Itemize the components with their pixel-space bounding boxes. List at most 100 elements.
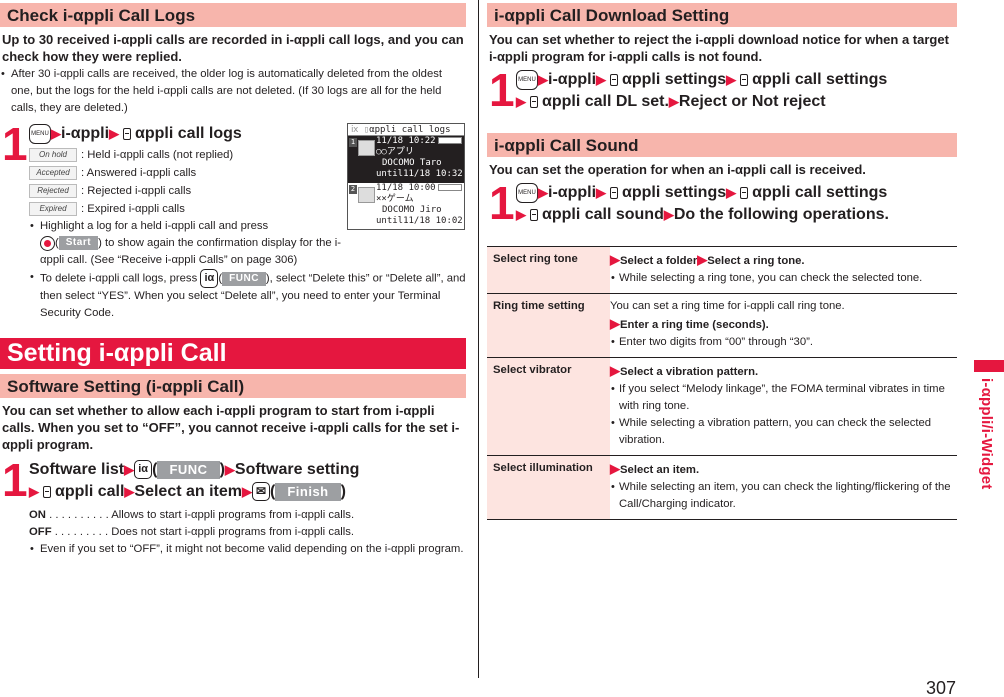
- softkey-func: FUNC: [157, 460, 220, 479]
- row-action: ▶Select a vibration pattern.: [610, 362, 957, 381]
- software-setting-intro: You can set whether to allow each i-αppl…: [2, 403, 460, 452]
- arrow-icon: ▶: [242, 484, 253, 499]
- action-text: Select a vibration pattern.: [620, 366, 759, 378]
- check-logs-step-1: 1 MENU ▶i-αppli▶ αppli call logs On hold: …: [0, 121, 340, 218]
- column-divider: [478, 0, 479, 678]
- path-item: i-αppli: [548, 184, 597, 201]
- arrow-icon: ▶: [610, 363, 620, 378]
- row-action: ▶Select an item.: [610, 460, 957, 479]
- step-path-line-2: ▶ αppli call DL set.▶Reject or Not reject: [516, 91, 957, 113]
- row-note: If you select “Melody linkage”, the FOMA…: [610, 381, 957, 415]
- log-caller: DOCOMO Jiro: [382, 205, 442, 215]
- step-number: 1: [489, 64, 515, 116]
- option-key: ON: [29, 509, 46, 521]
- log-until: until11/18 10:32: [376, 169, 463, 179]
- log-app-name: ××ゲーム: [376, 194, 414, 204]
- arrow-icon: ▶: [124, 462, 135, 477]
- log-datetime: 11/18 10:00: [376, 183, 436, 193]
- row-action: ▶Enter a ring time (seconds).: [610, 315, 957, 334]
- log-index: 2: [349, 185, 357, 194]
- row-body: ▶Select a folder▶Select a ring tone. Whi…: [610, 247, 957, 293]
- arrow-icon: ▶: [697, 252, 708, 267]
- right-column: i-αppli Call Download Setting You can se…: [487, 3, 957, 520]
- row-action: ▶Select a folder▶Select a ring tone.: [610, 251, 957, 270]
- softkey-func: FUNC: [222, 271, 266, 286]
- table-row: Select illumination ▶Select an item. Whi…: [487, 456, 957, 520]
- status-chip-expired: Expired: [29, 202, 77, 216]
- path-item: Do the following operations.: [673, 206, 889, 223]
- arrow-icon: ▶: [596, 185, 607, 200]
- appli-icon: [610, 73, 619, 86]
- step-path-line-2: ▶ αppli call sound▶Do the following opera…: [516, 204, 957, 226]
- status-chip-accepted: Accepted: [29, 166, 77, 180]
- action-text: Select a folder: [620, 255, 698, 267]
- appli-icon: [43, 485, 51, 498]
- step-path-line-2: ▶ αppli call▶Select an item▶ ✉(Finish): [29, 482, 346, 502]
- row-body: You can set a ring time for i-αppli call…: [610, 294, 957, 357]
- arrow-icon: ▶: [516, 94, 526, 109]
- row-body: ▶Select an item. While selecting an item…: [610, 456, 957, 519]
- chapter-heading-setting: Setting i-αppli Call: [0, 338, 466, 369]
- leader-dots: . . . . . . . . .: [51, 526, 112, 538]
- arrow-icon: ▶: [668, 94, 679, 109]
- softkey-start: Start: [58, 236, 99, 251]
- option-key: OFF: [29, 526, 52, 538]
- option-text: Allows to start i-αppli programs from i-…: [111, 509, 355, 521]
- arrow-icon: ▶: [538, 72, 548, 87]
- software-setting-note: Even if you set to “OFF”, it might not b…: [29, 541, 466, 558]
- log-status-chip: [437, 137, 462, 144]
- path-item: αppli call: [55, 483, 125, 500]
- path-item: Software list: [29, 461, 125, 478]
- row-label: Select ring tone: [487, 247, 610, 293]
- path-item: αppli call settings: [752, 184, 888, 201]
- log-entry: 2 11/18 10:00 ××ゲーム DOCOMO Jiro until11/…: [348, 183, 464, 229]
- action-text: Enter a ring time (seconds).: [620, 319, 769, 331]
- download-setting-step-1: 1 MENU ▶i-αppli▶ αppli settings▶ αppli call…: [487, 64, 957, 116]
- arrow-icon: ▶: [596, 72, 607, 87]
- path-item: αppli call settings: [752, 71, 888, 88]
- appli-icon: [740, 73, 749, 86]
- row-label: Select illumination: [487, 456, 610, 519]
- arrow-icon: ▶: [29, 484, 39, 499]
- softkey-finish: Finish: [275, 482, 341, 501]
- leader-dots: . . . . . . . . . .: [45, 509, 112, 521]
- log-caller: DOCOMO Taro: [382, 158, 442, 168]
- arrow-icon: ▶: [538, 185, 548, 200]
- screen-title: ⅸ ▯αppli call logs: [348, 124, 464, 136]
- table-row: Ring time setting You can set a ring tim…: [487, 294, 957, 358]
- section-heading-software-setting: Software Setting (i-αppli Call): [0, 374, 466, 398]
- row-label: Select vibrator: [487, 358, 610, 455]
- option-text: Does not start i-αppli programs from i-α…: [111, 526, 355, 538]
- legend-text: : Expired i-αppli calls: [81, 203, 185, 215]
- row-label: Ring time setting: [487, 294, 610, 357]
- log-app-name: ○○アプリ: [376, 147, 414, 157]
- path-item: i-αppli: [548, 71, 597, 88]
- status-chip-on-hold: On hold: [29, 148, 77, 162]
- path-item: αppli call DL set.: [542, 93, 669, 110]
- arrow-icon: ▶: [109, 126, 120, 141]
- legend-row: On hold: Held i-αppli calls (not replied…: [29, 146, 340, 164]
- bullet-text: To delete i-αppli call logs, press: [40, 272, 198, 285]
- arrow-icon: ▶: [610, 252, 620, 267]
- section-heading-check-logs: Check i-αppli Call Logs: [0, 3, 466, 27]
- status-legend: On hold: Held i-αppli calls (not replied…: [29, 146, 340, 218]
- appli-icon: [530, 95, 538, 108]
- mail-key-icon: ✉: [252, 482, 271, 502]
- check-logs-bullets: Highlight a log for a held i-αppli call …: [0, 218, 466, 322]
- step-path-line-1: MENU ▶i-αppli▶ αppli settings▶ αppli call s…: [516, 182, 957, 204]
- row-note: While selecting a ring tone, you can che…: [610, 270, 957, 287]
- bullet-resume-held: Highlight a log for a held i-αppli call …: [29, 218, 349, 269]
- legend-row: Rejected: Rejected i-αppli calls: [29, 182, 340, 200]
- appli-icon: [123, 127, 132, 140]
- chapter-tab-label: i-αppli/i-Widget: [978, 378, 995, 490]
- option-off: OFF . . . . . . . . . Does not start i-α…: [29, 524, 466, 541]
- arrow-icon: ▶: [663, 207, 674, 222]
- call-sound-intro: You can set the operation for when an i-…: [489, 162, 866, 177]
- arrow-icon: ▶: [726, 185, 737, 200]
- appli-icon: ⅸ ▯: [351, 125, 370, 135]
- log-datetime-line: 11/18 10:22: [376, 136, 464, 147]
- screen-title-text: αppli call logs: [369, 125, 451, 135]
- step-number: 1: [2, 454, 28, 506]
- path-item: αppli call sound: [542, 206, 664, 223]
- path-item: Software setting: [234, 461, 360, 478]
